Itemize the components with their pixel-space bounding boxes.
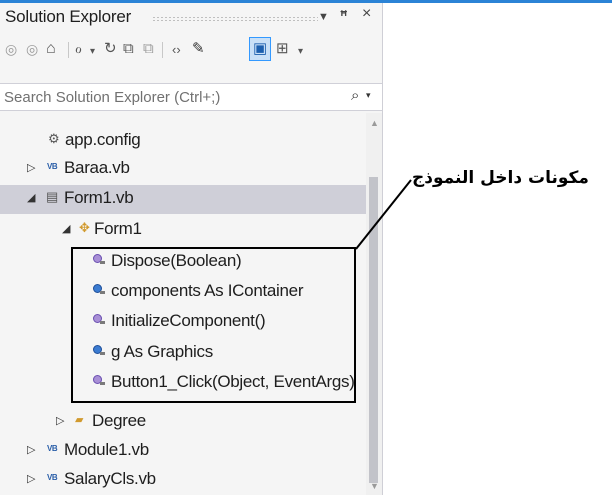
scroll-up-arrow-icon[interactable]: ▲	[370, 118, 379, 128]
view-code-icon[interactable]: ‹›	[172, 41, 181, 59]
expand-arrow-icon[interactable]: ▷	[56, 414, 64, 427]
annotation-text: مكونات داخل النموذج	[412, 168, 589, 188]
tree-item-salarycls-vb[interactable]: ▷ VB SalaryCls.vb	[0, 466, 366, 495]
search-input[interactable]	[4, 86, 324, 108]
tree-item-module1-vb[interactable]: ▷ VB Module1.vb	[0, 437, 366, 466]
close-icon[interactable]: ×	[362, 5, 371, 23]
expand-arrow-icon[interactable]: ▷	[27, 161, 35, 174]
tree-item-degree[interactable]: ▷ ▰ Degree	[0, 408, 366, 437]
solution-explorer-toolbar: ◎ ◎ ⌂ ℴ ▾ ↻ ⧉ ⧉ ‹› ✎ ▣ ⊞ ▾	[0, 33, 382, 67]
preview-selected-items-icon[interactable]: ▣	[253, 40, 267, 58]
home-icon[interactable]: ⌂	[46, 40, 56, 58]
sync-icon[interactable]: ↻	[104, 40, 117, 58]
vb-file-icon: VB	[47, 444, 58, 453]
tree-item-hidden	[0, 113, 366, 115]
filter-dropdown-icon[interactable]: ▾	[90, 43, 95, 61]
tree-scrollbar[interactable]: ▲ ▼	[366, 113, 382, 495]
enum-icon: ▰	[75, 414, 84, 426]
scroll-down-arrow-icon[interactable]: ▼	[370, 481, 379, 491]
tree-item-label: Baraa.vb	[64, 158, 130, 177]
show-all-files-icon[interactable]: ⧉	[143, 40, 154, 58]
tree-item-label: Form1.vb	[64, 188, 134, 207]
scroll-thumb[interactable]	[369, 177, 378, 483]
config-file-icon: ⚙	[48, 131, 60, 146]
search-options-dropdown-icon[interactable]: ▾	[366, 90, 371, 101]
toolbar-more-dropdown-icon[interactable]: ▾	[298, 43, 303, 61]
tree-item-label: Form1	[94, 219, 142, 238]
tree-item-baraa-vb[interactable]: ▷ VB Baraa.vb	[0, 155, 366, 184]
panel-title: Solution Explorer	[5, 7, 132, 26]
tree-item-label: Degree	[92, 411, 146, 430]
vb-file-icon: VB	[47, 162, 58, 171]
members-highlight-box	[71, 247, 356, 403]
properties-wrench-icon[interactable]: ✎	[192, 40, 205, 58]
window-position-dropdown-icon[interactable]: ▼	[318, 11, 329, 23]
forward-icon[interactable]: ◎	[26, 40, 38, 58]
panel-title-bar: Solution Explorer ▼ ꟸ ×	[0, 3, 382, 33]
tree-item-app-config[interactable]: ⚙ app.config	[0, 127, 366, 156]
collapse-arrow-icon[interactable]: ◢	[27, 191, 35, 204]
pin-icon[interactable]: ꟸ	[340, 8, 348, 24]
tree-item-label: Module1.vb	[64, 440, 149, 459]
expand-arrow-icon[interactable]: ▷	[27, 472, 35, 485]
title-grip[interactable]	[152, 16, 318, 22]
toolbar-separator	[162, 42, 163, 58]
collapse-arrow-icon[interactable]: ◢	[62, 222, 70, 235]
back-icon[interactable]: ◎	[5, 40, 17, 58]
class-icon: ✥	[79, 220, 90, 235]
pending-changes-filter-icon[interactable]: ℴ	[75, 40, 82, 58]
class-diagram-icon[interactable]: ⊞	[276, 40, 289, 58]
tree-item-label: SalaryCls.vb	[64, 469, 156, 488]
form-file-icon: ▤	[46, 189, 59, 204]
collapse-all-icon[interactable]: ⧉	[123, 40, 134, 58]
toolbar-separator	[68, 42, 69, 58]
tree-item-form1-vb[interactable]: ◢ ▤ Form1.vb	[0, 185, 366, 214]
search-icon[interactable]: ⌕	[351, 87, 359, 104]
tree-item-form1-class[interactable]: ◢ ✥ Form1	[0, 216, 366, 245]
vb-file-icon: VB	[47, 473, 58, 482]
tree-item-label: app.config	[65, 130, 141, 149]
search-box: ⌕ ▾	[0, 83, 382, 111]
expand-arrow-icon[interactable]: ▷	[27, 443, 35, 456]
